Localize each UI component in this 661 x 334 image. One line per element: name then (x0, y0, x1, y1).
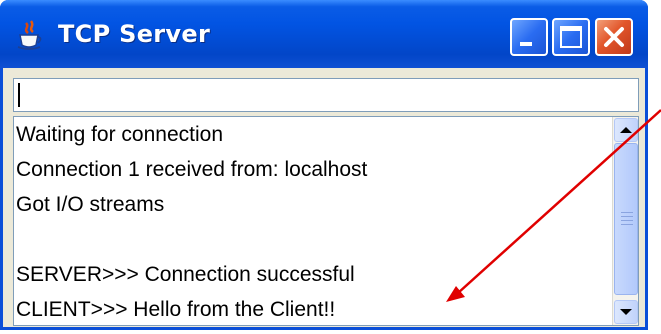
text-caret (18, 83, 20, 107)
output-line: Waiting for connection (16, 123, 223, 146)
title-bar[interactable]: TCP Server (0, 0, 648, 68)
scroll-up-button[interactable] (614, 118, 638, 142)
minimize-icon (520, 42, 532, 46)
grip-line (621, 220, 633, 221)
java-icon (17, 20, 42, 50)
tcp-server-window: TCP Server Waiting for connection Connec… (0, 0, 648, 330)
output-line (16, 222, 608, 257)
arrow-up-icon (620, 127, 632, 133)
grip-line (621, 224, 633, 225)
vertical-scrollbar[interactable] (612, 117, 638, 325)
output-line: CLIENT>>> Hello from the Client!! (16, 298, 336, 321)
output-lines: Waiting for connection Connection 1 rece… (16, 117, 608, 325)
minimize-button[interactable] (510, 18, 548, 56)
output-line: SERVER>>> Connection successful (16, 263, 355, 286)
scroll-down-button[interactable] (614, 300, 638, 324)
maximize-button[interactable] (552, 18, 590, 56)
message-input[interactable] (13, 78, 639, 112)
arrow-down-icon (620, 309, 632, 315)
window-title: TCP Server (58, 20, 211, 48)
grip-line (621, 212, 633, 213)
close-button[interactable] (595, 18, 633, 56)
grip-line (621, 216, 633, 217)
output-text-area[interactable]: Waiting for connection Connection 1 rece… (13, 116, 639, 326)
output-line: Connection 1 received from: localhost (16, 158, 368, 181)
scroll-thumb[interactable] (614, 143, 638, 295)
output-line: Got I/O streams (16, 193, 165, 216)
close-icon (604, 27, 624, 47)
maximize-icon (560, 26, 582, 48)
